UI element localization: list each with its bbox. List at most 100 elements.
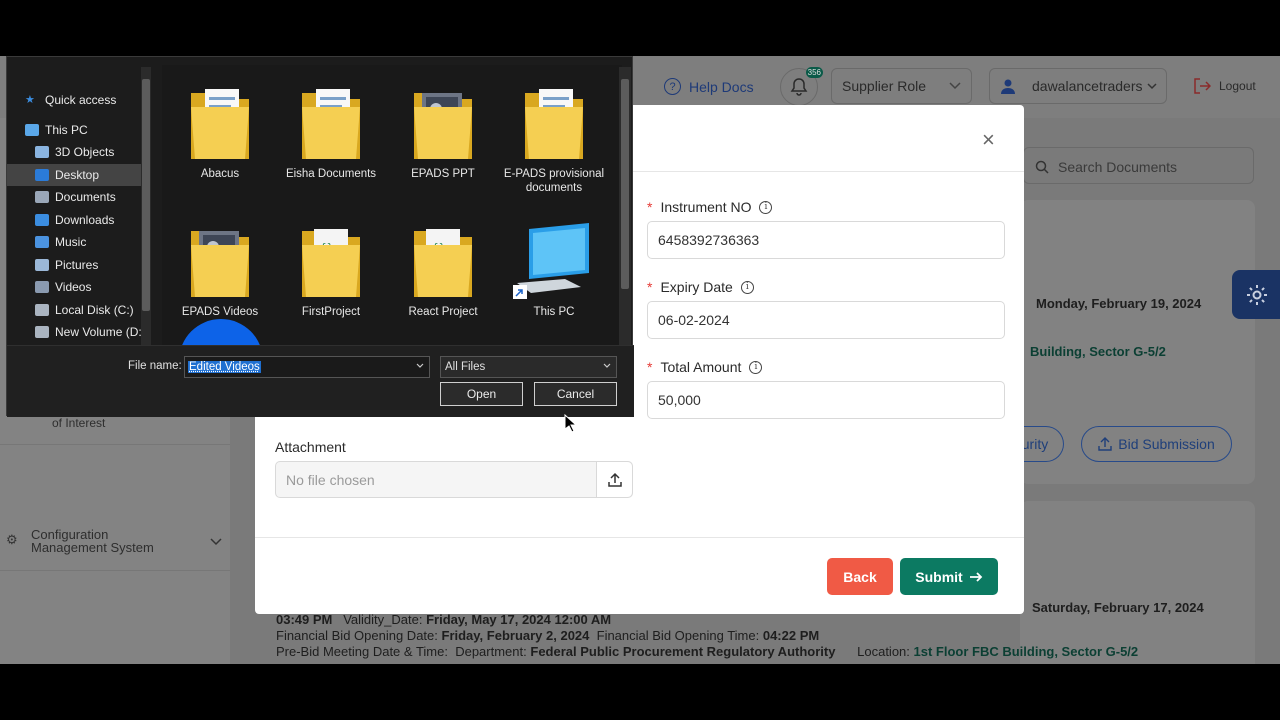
files-scroll-thumb[interactable] <box>621 79 629 289</box>
nav-item-label: Local Disk (C:) <box>55 303 134 317</box>
bell-icon <box>790 78 808 96</box>
bg-loc-label: Location: <box>857 644 910 659</box>
back-button[interactable]: Back <box>827 558 893 595</box>
file-name-input[interactable]: Edited Videos <box>184 356 430 378</box>
nav-item-desktop[interactable]: Desktop <box>7 164 143 186</box>
folder-icon <box>525 89 583 159</box>
nav-item-quick-access[interactable]: ★ Quick access <box>7 89 143 111</box>
folder-icon: {} <box>302 229 360 297</box>
nav-item-label: Music <box>55 235 87 249</box>
disk-icon <box>35 304 49 316</box>
file-item-label: FirstProject <box>301 306 361 318</box>
attachment-file-input[interactable]: No file chosen <box>275 461 633 498</box>
computer-icon <box>513 223 589 299</box>
file-item-react-project[interactable]: {} React Project <box>388 217 498 319</box>
card2-date: Saturday, February 17, 2024 <box>1032 600 1204 615</box>
required-mark: * <box>647 199 653 215</box>
bg-fin-date-value: Friday, February 2, 2024 <box>441 628 590 643</box>
amount-label: * Total Amount i <box>647 359 763 375</box>
upload-button[interactable] <box>596 462 632 497</box>
bg-fin-date-label: Financial Bid Opening Date: <box>276 628 438 643</box>
settings-fab[interactable] <box>1232 270 1280 319</box>
file-type-value: All Files <box>445 361 486 373</box>
nav-item-new-volume-d[interactable]: New Volume (D: <box>7 321 143 343</box>
file-type-select[interactable]: All Files <box>440 356 617 378</box>
file-item-eisha-documents[interactable]: Eisha Documents <box>276 79 386 181</box>
info-icon[interactable]: i <box>759 200 773 214</box>
close-icon[interactable]: × <box>982 127 995 153</box>
config-label: Configuration Management System <box>31 527 154 555</box>
tender-card-2: Saturday, February 17, 2024 <box>1020 501 1255 664</box>
logout-button[interactable]: Logout <box>1193 78 1256 94</box>
bid-submission-button[interactable]: Bid Submission <box>1081 426 1232 462</box>
bg-time: 03:49 PM <box>276 612 333 627</box>
arrow-right-icon <box>969 571 982 582</box>
bg-loc-value: 1st Floor FBC Building, Sector G-5/2 <box>913 644 1139 659</box>
files-scrollbar[interactable] <box>619 67 631 345</box>
nav-item-local-disk-c[interactable]: Local Disk (C:) <box>7 299 143 321</box>
submit-button[interactable]: Submit <box>900 558 998 595</box>
drive-icon <box>35 326 49 338</box>
nav-item-documents[interactable]: Documents <box>7 186 143 208</box>
file-item-label: E-PADS provisional documents <box>503 168 605 194</box>
nav-item-pictures[interactable]: Pictures <box>7 254 143 276</box>
gear-icon: ⚙ <box>6 532 18 547</box>
info-icon[interactable]: i <box>740 280 754 294</box>
user-icon <box>1001 79 1015 94</box>
bg-validity-value: Friday, May 17, 2024 12:00 AM <box>426 612 612 627</box>
search-box[interactable]: Search Documents <box>1023 147 1254 184</box>
nav-item-videos[interactable]: Videos <box>7 276 143 298</box>
instrument-label-text: Instrument NO <box>660 199 752 215</box>
partial-blue-item <box>179 319 263 345</box>
nav-scroll-thumb[interactable] <box>142 79 150 311</box>
file-item-firstproject[interactable]: {} FirstProject <box>276 217 386 319</box>
nav-item-this-pc[interactable]: This PC <box>7 119 143 141</box>
nav-item-downloads[interactable]: Downloads <box>7 209 143 231</box>
video-icon <box>35 281 49 293</box>
sidebar-divider <box>0 444 230 445</box>
file-item-label: This PC <box>533 306 575 318</box>
role-select[interactable]: Supplier Role <box>831 68 972 104</box>
open-button[interactable]: Open <box>440 382 523 406</box>
nav-item-music[interactable]: Music <box>7 231 143 253</box>
notification-button[interactable]: 356 <box>780 67 823 106</box>
sidebar-item-interest[interactable]: of Interest <box>52 416 105 430</box>
file-item-label: React Project <box>408 306 478 318</box>
nav-item-3d-objects[interactable]: 3D Objects <box>7 141 143 163</box>
nav-item-label: Pictures <box>55 258 99 272</box>
bg-fin-time-value: 04:22 PM <box>762 628 820 643</box>
cancel-button[interactable]: Cancel <box>534 382 617 406</box>
file-item-abacus[interactable]: Abacus <box>165 79 275 181</box>
help-docs-link[interactable]: ? Help Docs <box>664 78 754 95</box>
picture-icon <box>35 259 49 271</box>
folder-icon <box>302 89 360 159</box>
open-file-dialog: ★ Quick access This PC 3D Objects Desktop Doc… <box>6 56 634 417</box>
gear-icon <box>1247 284 1267 305</box>
notification-badge: 356 <box>805 67 823 78</box>
file-item-this-pc[interactable]: This PC <box>499 217 609 319</box>
expiry-date-input[interactable] <box>647 301 1005 339</box>
file-item-epads-ppt[interactable]: EPADS PPT <box>388 79 498 181</box>
instrument-no-input[interactable] <box>647 221 1005 259</box>
required-mark: * <box>647 279 653 295</box>
help-icon: ? <box>664 78 681 95</box>
chevron-down-icon[interactable] <box>415 361 425 371</box>
navigation-pane: ★ Quick access This PC 3D Objects Desktop Doc… <box>7 65 153 345</box>
bid-submission-label: Bid Submission <box>1118 436 1215 452</box>
file-item-e-pads-provisional-documents[interactable]: E-PADS provisional documents <box>499 79 609 195</box>
nav-scrollbar[interactable] <box>141 67 151 345</box>
total-amount-input[interactable] <box>647 381 1005 419</box>
bg-dept-label: Department: <box>455 644 527 659</box>
files-pane: Abacus Eisha Documents EPADS PPT E-PADS pro… <box>162 65 622 345</box>
upload-icon <box>1098 437 1112 451</box>
sidebar-item-configuration[interactable]: ⚙ Configuration Management System <box>0 518 230 568</box>
folder-icon <box>191 231 249 297</box>
logout-icon <box>1194 78 1211 94</box>
tender-card-1: Monday, February 19, 2024 Building, Sect… <box>1000 200 1255 484</box>
nav-item-label: Downloads <box>55 213 115 227</box>
document-icon <box>35 191 49 203</box>
file-item-epads-videos[interactable]: EPADS Videos <box>165 217 275 319</box>
expiry-label: * Expiry Date i <box>647 279 754 295</box>
info-icon[interactable]: i <box>749 360 763 374</box>
user-menu[interactable]: dawalancetraders <box>989 68 1167 104</box>
